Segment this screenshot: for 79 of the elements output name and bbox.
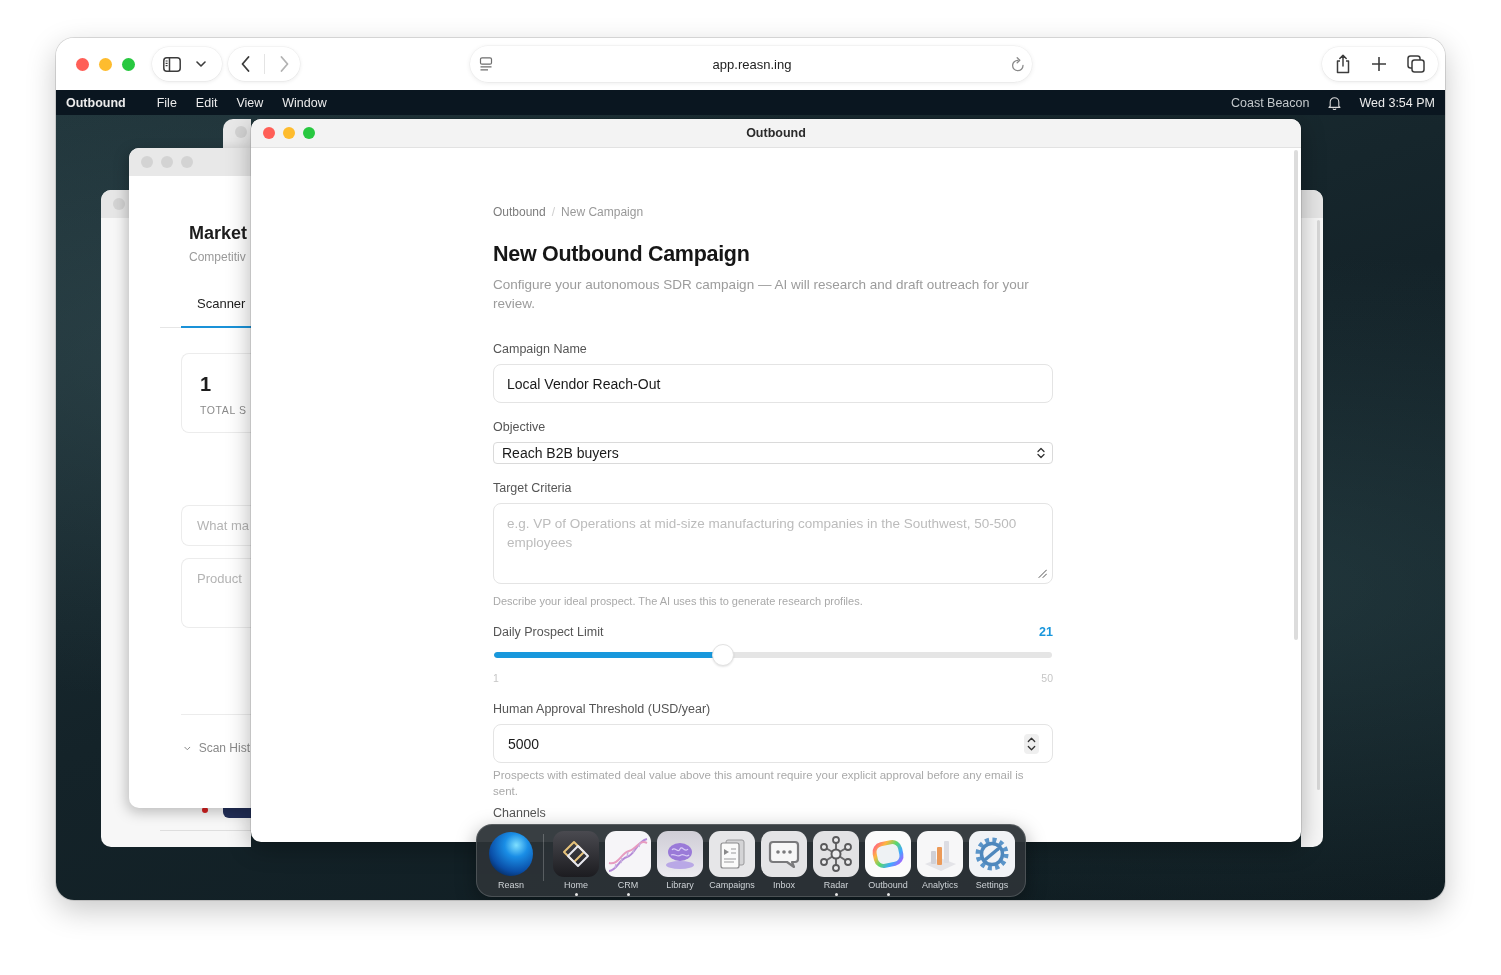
slider-thumb[interactable] [711, 644, 734, 666]
history-toggle[interactable]: Scan Hist [184, 740, 250, 756]
dock-item[interactable]: Analytics [915, 831, 965, 896]
document-icon [709, 831, 755, 877]
stepper-icon[interactable] [1024, 734, 1039, 754]
slider-value: 21 [1039, 624, 1053, 640]
maximize-icon[interactable] [303, 127, 315, 139]
sphere-icon [488, 831, 534, 877]
section-label: Channels [493, 805, 547, 821]
dock-item[interactable]: Inbox [759, 831, 809, 896]
text-area-field[interactable]: e.g. VP of Operations at mid-size manufacturing companies in the Southwest, 50-500 employees [493, 503, 1053, 584]
rainbow-ring-icon [865, 831, 911, 877]
text-input[interactable]: Local Vendor Reach-Out [493, 364, 1053, 403]
close-icon[interactable] [263, 127, 275, 139]
gear-icon [969, 831, 1015, 877]
window-button-icon[interactable] [235, 126, 247, 138]
page-subtitle: Competitiv [189, 249, 247, 265]
dock-item[interactable]: Radar [811, 831, 861, 896]
back-icon[interactable] [241, 56, 250, 72]
field-label: Human Approval Threshold (USD/year) [493, 701, 712, 717]
field-label: Daily Prospect Limit [493, 624, 604, 640]
maximize-icon[interactable] [122, 57, 135, 71]
chevron-down-icon [184, 745, 191, 751]
menu-clock: Wed 3:54 PM [1359, 95, 1435, 110]
dock-item[interactable]: Reasn [486, 831, 536, 896]
window-button-icon[interactable] [113, 198, 125, 210]
address-bar[interactable]: app.reasn.ing [470, 46, 1032, 82]
chevron-updown-icon [1037, 447, 1045, 459]
forward-icon[interactable] [280, 56, 289, 72]
reload-icon[interactable] [1011, 56, 1025, 72]
app-menu[interactable]: Outbound [66, 95, 126, 110]
query-input[interactable]: What ma [181, 505, 251, 546]
window-title: Outbound [746, 126, 806, 140]
minimize-icon[interactable] [283, 127, 295, 139]
menu-item[interactable]: View [236, 95, 264, 110]
account-name[interactable]: Coast Beacon [1230, 95, 1310, 110]
page-description: Configure your autonomous SDR campaign — AI will research and draft outreach for your review. [493, 276, 1030, 313]
close-icon[interactable] [76, 57, 89, 71]
breadcrumb-item: New Campaign [561, 204, 644, 220]
number-input[interactable]: 5000 [493, 724, 1053, 763]
menu-item[interactable]: Edit [195, 95, 218, 110]
dock-item[interactable]: Library [655, 831, 705, 896]
field-label: Target Criteria [493, 480, 573, 496]
slider-track[interactable] [494, 652, 1052, 658]
title-bar [1301, 190, 1323, 218]
page-heading: New Outbound Campaign [493, 241, 751, 268]
brain-icon [657, 831, 703, 877]
share-icon[interactable] [1335, 54, 1351, 74]
stat-value: 1 [200, 372, 213, 396]
help-text: Prospects with estimated deal value above this amount require your explicit approval before any email is sent. [493, 768, 1025, 799]
dna-helix-icon [605, 831, 651, 877]
bar-columns-icon [917, 831, 963, 877]
field-label: Campaign Name [493, 341, 588, 357]
products-field[interactable]: Product [181, 558, 251, 628]
dropdown-select[interactable]: Reach B2B buyers [493, 442, 1053, 464]
help-text: Describe your ideal prospect. The AI uses this to generate research profiles. [493, 594, 864, 608]
chat-bubble-icon [761, 831, 807, 877]
page-menu-icon[interactable] [479, 57, 493, 71]
network-nodes-icon [813, 831, 859, 877]
stat-label: TOTAL S [200, 403, 248, 417]
dock-item[interactable]: Home [551, 831, 601, 896]
menu-item[interactable]: Window [282, 95, 327, 110]
scrollbar-thumb[interactable] [1294, 150, 1298, 640]
chevron-down-icon[interactable] [196, 61, 206, 67]
plus-icon[interactable] [1372, 57, 1386, 71]
breadcrumb-separator: / [551, 204, 556, 220]
tabs-icon[interactable] [1407, 55, 1425, 73]
field-label: Objective [493, 419, 547, 435]
menu-item[interactable]: File [156, 95, 177, 110]
resize-handle-icon[interactable] [1038, 569, 1047, 578]
dock-item[interactable]: Settings [967, 831, 1017, 896]
sidebar-icon[interactable] [163, 56, 181, 72]
dock-item[interactable]: Outbound [863, 831, 913, 896]
breadcrumb-item[interactable]: Outbound [493, 204, 546, 220]
dock-item[interactable]: Campaigns [707, 831, 757, 896]
page-title: Market [189, 222, 249, 244]
bell-icon[interactable] [1328, 95, 1342, 110]
minimize-icon[interactable] [99, 57, 112, 71]
dock-item[interactable]: CRM [603, 831, 653, 896]
